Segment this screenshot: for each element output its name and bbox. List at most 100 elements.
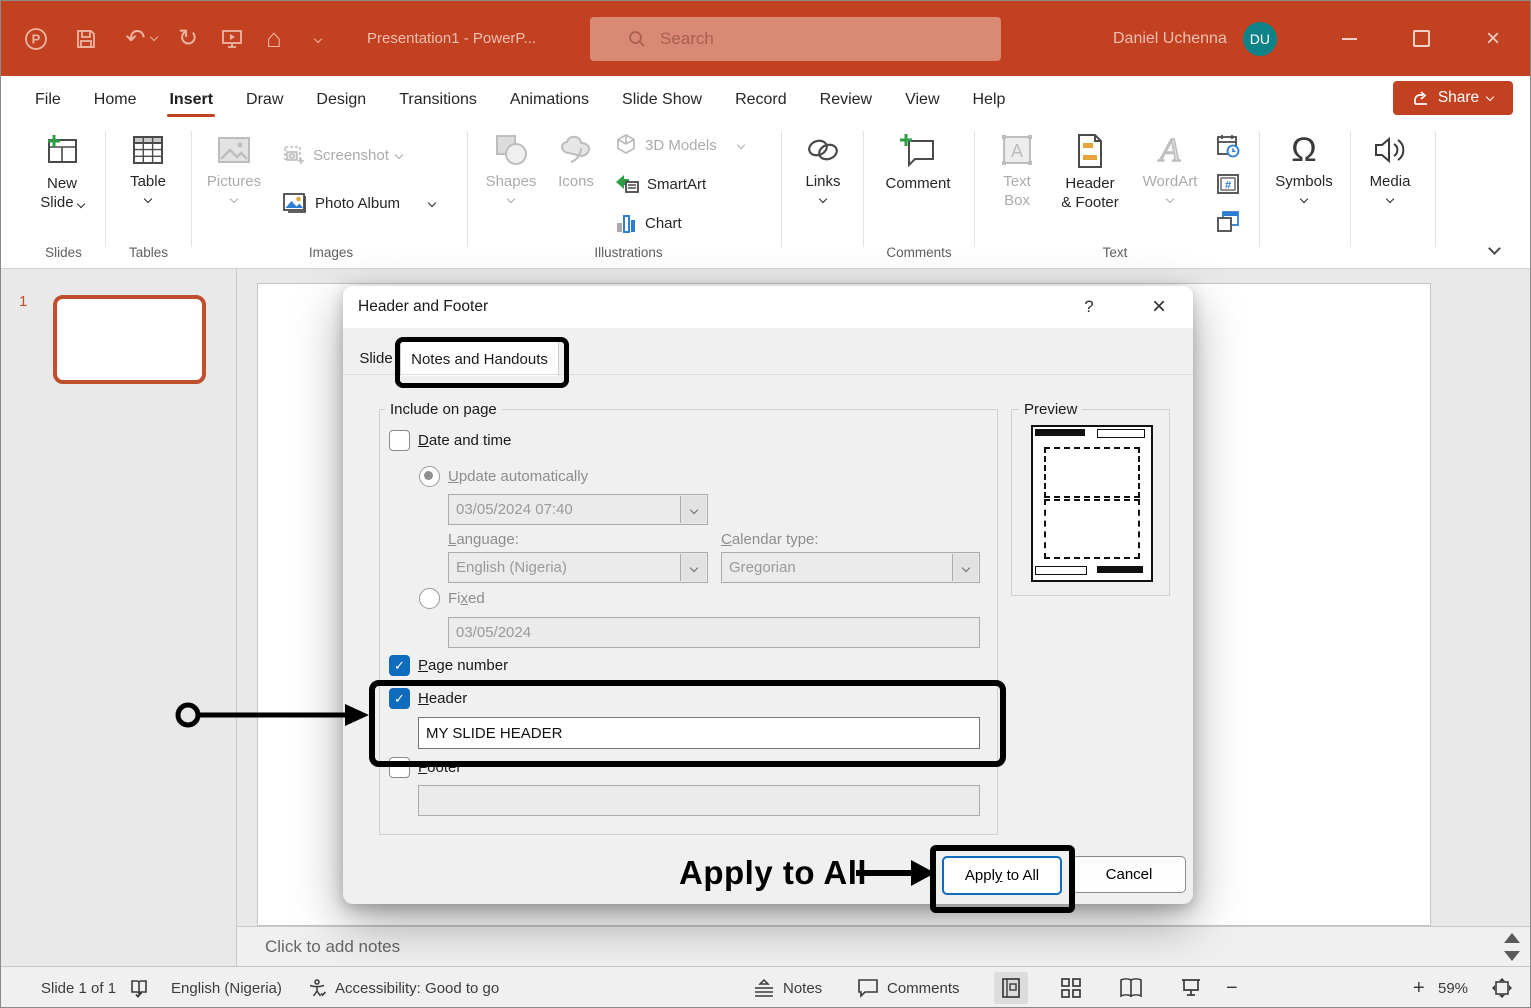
comments-toggle[interactable]: Comments: [857, 967, 960, 1008]
group-separator: [863, 131, 864, 247]
page-number-checkbox[interactable]: ✓: [389, 655, 410, 676]
date-and-time-checkbox[interactable]: [389, 430, 410, 451]
redo-icon[interactable]: ↻: [175, 26, 201, 52]
slide-number-button[interactable]: #: [1213, 169, 1243, 199]
footer-checkbox[interactable]: [389, 757, 410, 778]
header-input[interactable]: [418, 717, 980, 749]
fit-to-window-button[interactable]: [1485, 972, 1519, 1004]
close-button[interactable]: ×: [1470, 1, 1516, 76]
slideshow-view-icon: [1180, 977, 1202, 999]
tab-review[interactable]: Review: [818, 81, 874, 119]
tab-transitions[interactable]: Transitions: [397, 81, 479, 119]
notes-icon: [753, 979, 775, 997]
text-box-button[interactable]: A Text Box: [987, 131, 1047, 211]
normal-view-button[interactable]: [994, 972, 1028, 1004]
notes-toggle[interactable]: Notes: [753, 967, 822, 1008]
undo-icon[interactable]: ↶: [121, 26, 161, 52]
preview-label: Preview: [1019, 401, 1082, 418]
tab-view[interactable]: View: [903, 81, 941, 119]
photo-album-button[interactable]: Photo Album: [282, 191, 435, 215]
zoom-in-button[interactable]: +: [1413, 967, 1425, 1008]
shapes-button[interactable]: Shapes: [481, 131, 541, 202]
tab-slide-show[interactable]: Slide Show: [620, 81, 704, 119]
home-icon[interactable]: ⌂: [261, 26, 287, 52]
chevron-down-icon: [230, 195, 238, 203]
header-checkbox[interactable]: ✓: [389, 688, 410, 709]
group-label-text: Text: [1059, 245, 1171, 260]
powerpoint-logo-icon[interactable]: P: [23, 26, 49, 52]
3d-models-button[interactable]: 3D Models: [614, 133, 744, 157]
search-box[interactable]: [590, 17, 1001, 61]
include-on-page-label: Include on page: [385, 401, 502, 418]
zoom-out-button[interactable]: −: [1226, 967, 1238, 1008]
group-label-slides: Slides: [21, 245, 106, 260]
apply-to-all-button[interactable]: Apply to All: [942, 856, 1062, 895]
minimize-button[interactable]: [1326, 1, 1372, 76]
pictures-button[interactable]: Pictures: [201, 131, 267, 202]
share-button[interactable]: Share: [1393, 81, 1513, 115]
calendar-type-dropdown[interactable]: Gregorian: [721, 552, 980, 583]
user-name[interactable]: Daniel Uchenna: [1113, 30, 1227, 48]
dialog-help-button[interactable]: ?: [1067, 286, 1111, 328]
smartart-icon: [614, 172, 640, 196]
save-icon[interactable]: [73, 26, 99, 52]
media-button[interactable]: Media: [1357, 131, 1423, 202]
new-slide-button[interactable]: New Slide: [23, 131, 101, 213]
slideshow-view-button[interactable]: [1174, 972, 1208, 1004]
maximize-button[interactable]: [1398, 1, 1444, 76]
footer-input[interactable]: [418, 785, 980, 816]
chevron-down-icon: [736, 141, 744, 149]
date-time-button[interactable]: [1213, 131, 1243, 161]
fixed-date-input[interactable]: 03/05/2024: [448, 617, 980, 648]
tab-slide[interactable]: Slide: [356, 343, 396, 374]
collapse-ribbon-button[interactable]: [1479, 233, 1509, 263]
tab-notes-and-handouts[interactable]: Notes and Handouts: [400, 341, 559, 376]
chart-button[interactable]: Chart: [614, 211, 682, 235]
chevron-down-icon: [689, 505, 697, 513]
comment-button[interactable]: Comment: [875, 131, 961, 194]
quick-access-chevron-icon[interactable]: [305, 26, 331, 52]
tab-home[interactable]: Home: [92, 81, 139, 119]
preview-date-bar: [1097, 429, 1145, 438]
start-slideshow-icon[interactable]: [219, 26, 245, 52]
icons-button[interactable]: Icons: [549, 131, 603, 192]
accessibility-status[interactable]: Accessibility: Good to go: [307, 967, 499, 1008]
group-separator: [781, 131, 782, 247]
search-input[interactable]: [658, 28, 962, 50]
update-automatically-radio[interactable]: [419, 466, 440, 487]
tab-record[interactable]: Record: [733, 81, 789, 119]
links-button[interactable]: Links: [791, 131, 855, 202]
tab-animations[interactable]: Animations: [508, 81, 591, 119]
header-footer-button[interactable]: Header & Footer: [1051, 131, 1129, 213]
screenshot-button[interactable]: Screenshot: [282, 143, 402, 167]
spell-check-button[interactable]: [129, 967, 149, 1008]
chevron-down-icon: [819, 195, 827, 203]
fixed-radio[interactable]: [419, 588, 440, 609]
tab-file[interactable]: File: [33, 81, 63, 119]
page-number-label: Page number: [418, 657, 508, 674]
fit-to-window-icon: [1491, 977, 1513, 999]
next-slide-button[interactable]: [1500, 948, 1524, 964]
slide-thumbnail[interactable]: [53, 295, 206, 384]
symbols-button[interactable]: Ω Symbols: [1267, 131, 1341, 202]
language-status[interactable]: English (Nigeria): [171, 967, 282, 1008]
smartart-button[interactable]: SmartArt: [614, 172, 706, 196]
reading-view-button[interactable]: [1114, 972, 1148, 1004]
dialog-close-button[interactable]: ×: [1137, 286, 1181, 328]
tab-insert[interactable]: Insert: [167, 81, 215, 119]
cancel-button[interactable]: Cancel: [1072, 856, 1186, 893]
zoom-level[interactable]: 59%: [1438, 967, 1468, 1008]
object-button[interactable]: [1213, 207, 1243, 237]
reading-view-icon: [1119, 977, 1143, 999]
tab-help[interactable]: Help: [971, 81, 1008, 119]
previous-slide-button[interactable]: [1500, 930, 1524, 946]
tab-design[interactable]: Design: [314, 81, 368, 119]
tab-draw[interactable]: Draw: [244, 81, 285, 119]
date-format-dropdown[interactable]: 03/05/2024 07:40: [448, 494, 708, 525]
table-button[interactable]: Table: [117, 131, 179, 202]
avatar[interactable]: DU: [1243, 22, 1277, 56]
notes-pane[interactable]: Click to add notes: [237, 926, 1531, 966]
wordart-button[interactable]: A WordArt: [1133, 131, 1207, 202]
slide-sorter-view-button[interactable]: [1054, 972, 1088, 1004]
language-dropdown[interactable]: English (Nigeria): [448, 552, 708, 583]
